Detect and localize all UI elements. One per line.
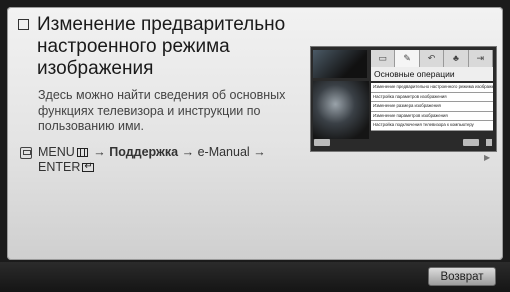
preview-list-item: Настройка параметров изображения (371, 92, 493, 102)
preview-tabs: ▭ ✎ ↶ ♣ ⇥ (371, 50, 494, 67)
path-enter: ENTER (38, 159, 81, 174)
preview-button (314, 139, 330, 146)
preview-tab-icon: ✎ (395, 50, 420, 67)
page-title: Изменение предварительно настроенного ре… (37, 14, 286, 79)
checkbox-icon (18, 19, 29, 30)
preview-list-item: Изменение размера изображения (371, 102, 493, 112)
preview-photo (313, 50, 367, 78)
preview-list-item: Настройка подключения телевизора к компь… (371, 121, 493, 131)
preview-photo (313, 81, 369, 139)
path-support: Поддержка (109, 144, 179, 159)
description-text: Здесь можно найти сведения об основных ф… (38, 88, 286, 133)
path-arrow: → (181, 144, 195, 159)
screen: Изменение предварительно настроенного ре… (0, 0, 510, 292)
path-emanual: e-Manual (197, 144, 250, 159)
path-menu: MENU (38, 144, 75, 159)
back-button[interactable]: Возврат (428, 267, 496, 286)
menu-path: MENU → Поддержка → e-Manual → ENTER (20, 145, 286, 175)
path-arrow: → (253, 144, 266, 159)
menu-path-text: MENU → Поддержка → e-Manual → ENTER (38, 145, 266, 175)
play-right-icon[interactable]: ▶ (484, 153, 490, 162)
preview-screenshot: ▭ ✎ ↶ ♣ ⇥ Основные операции Изменение пр… (310, 46, 497, 152)
preview-tab-icon: ⇥ (468, 50, 494, 67)
enter-button-icon (82, 159, 95, 174)
preview-list-item: Изменение предварительно настроенного ре… (371, 83, 493, 93)
preview-list-item: Изменение параметров изображения (371, 111, 493, 121)
preview-list: Изменение предварительно настроенного ре… (371, 83, 493, 131)
preview-button (463, 139, 479, 146)
path-arrow: → (93, 144, 106, 159)
preview-close-icon (486, 139, 492, 146)
preview-tab-icon: ▭ (371, 50, 396, 67)
remote-icon (20, 146, 32, 159)
preview-tab-icon: ♣ (444, 50, 469, 67)
preview-heading: Основные операции (371, 67, 493, 81)
manual-content: Изменение предварительно настроенного ре… (16, 14, 286, 175)
title-row: Изменение предварительно настроенного ре… (16, 14, 286, 80)
preview-tab-icon: ↶ (419, 50, 445, 67)
menu-button-icon (76, 147, 88, 157)
